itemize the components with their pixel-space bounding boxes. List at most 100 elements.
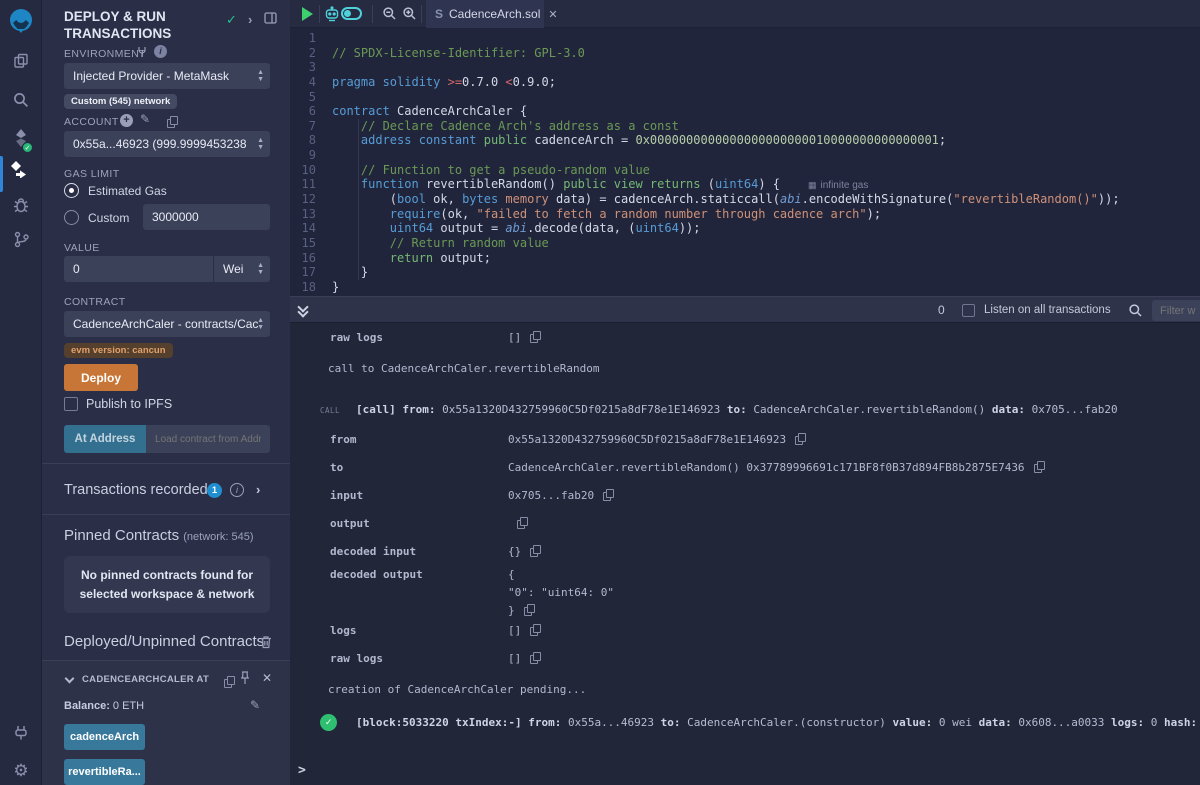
deploy-button[interactable]: Deploy (64, 364, 138, 391)
add-account-icon[interactable]: + (120, 114, 133, 127)
code-line[interactable]: 17 } (290, 265, 1200, 280)
pinned-empty-message: No pinned contracts found forselected wo… (64, 556, 270, 613)
terminal-prompt[interactable]: > (298, 763, 306, 778)
copy-icon[interactable] (603, 489, 614, 501)
pin-icon[interactable] (239, 671, 251, 690)
custom-gas-input[interactable]: 3000000 (143, 204, 270, 230)
code-line[interactable]: 18} (290, 280, 1200, 295)
tab-cadencearch[interactable]: S CadenceArch.sol ✕ (426, 0, 544, 28)
deploy-run-icon[interactable] (0, 160, 42, 178)
code-token: output = (440, 221, 505, 235)
copy-icon[interactable] (530, 331, 541, 343)
code-line[interactable]: 7 // Declare Cadence Arch's address as a… (290, 119, 1200, 134)
panel-collapse-icon[interactable]: › (248, 12, 252, 27)
debugger-icon[interactable] (0, 196, 42, 214)
ai-copilot-icon[interactable] (324, 5, 340, 27)
code-line[interactable]: 11 function revertibleRandom() public vi… (290, 177, 1200, 192)
code-line[interactable]: 6contract CadenceArchCaler { (290, 104, 1200, 119)
solidity-compiler-icon[interactable] (0, 128, 42, 148)
transactions-expand-icon[interactable]: › (256, 482, 260, 497)
search-icon[interactable] (0, 91, 42, 109)
git-icon[interactable] (0, 231, 42, 248)
evm-version-badge: evm version: cancun (64, 343, 173, 358)
code-line[interactable]: 12 (bool ok, bytes memory data) = cadenc… (290, 192, 1200, 207)
trash-icon[interactable] (260, 635, 272, 654)
listen-all-checkbox[interactable] (962, 304, 975, 317)
code-token: memory (505, 192, 556, 206)
transaction-summary[interactable]: [block:5033220 txIndex:-] from: 0x55a...… (356, 716, 1200, 729)
log-value: {} (508, 545, 541, 558)
panel-pin-icon[interactable] (264, 12, 277, 27)
plugin-manager-icon[interactable] (0, 724, 42, 742)
code-token (332, 119, 361, 133)
close-icon[interactable]: ✕ (262, 671, 272, 685)
compiler-success-badge: ✓ (22, 142, 33, 153)
value-unit-select[interactable]: Wei ▲▼ (213, 256, 270, 282)
terminal-search-icon[interactable] (1128, 303, 1143, 323)
code-line[interactable]: 9 (290, 148, 1200, 163)
code-line[interactable]: 13 require(ok, "failed to fetch a random… (290, 207, 1200, 222)
copilot-toggle[interactable] (341, 7, 362, 20)
code-line[interactable]: 5 (290, 90, 1200, 105)
pinned-contracts-title: Pinned Contracts (network: 545) (64, 527, 254, 544)
code-line[interactable]: 14 uint64 output = abi.decode(data, (uin… (290, 221, 1200, 236)
code-editor[interactable]: 12// SPDX-License-Identifier: GPL-3.034p… (290, 28, 1200, 296)
gas-estimate-annotation: ▦infinite gas (808, 180, 868, 191)
copy-icon[interactable] (530, 545, 541, 557)
code-token: .decode(data, ( (527, 221, 635, 235)
custom-gas-label: Custom (88, 211, 129, 225)
transactions-info-icon[interactable]: i (230, 483, 244, 497)
file-explorer-icon[interactable] (0, 52, 42, 70)
code-token: ); (867, 207, 881, 221)
account-select[interactable]: 0x55a...46923 (999.9999453238 ▲▼ (64, 131, 270, 157)
code-token: // Declare Cadence Arch's address as a c… (361, 119, 679, 133)
edit-balance-icon[interactable]: ✎ (250, 698, 260, 712)
environment-select[interactable]: Injected Provider - MetaMask ▲▼ (64, 63, 270, 89)
line-number: 8 (290, 133, 332, 148)
code-line[interactable]: 1 (290, 31, 1200, 46)
revertiblerandom-function-button[interactable]: revertibleRa... (64, 759, 145, 785)
chevron-down-icon[interactable] (65, 674, 75, 684)
code-line[interactable]: 2// SPDX-License-Identifier: GPL-3.0 (290, 46, 1200, 61)
copy-address-icon[interactable] (224, 676, 235, 688)
code-line[interactable]: 16 return output; (290, 251, 1200, 266)
custom-gas-radio[interactable] (64, 210, 79, 225)
value-input[interactable]: 0 (64, 256, 213, 282)
copy-icon[interactable] (517, 517, 528, 529)
cadencearch-function-button[interactable]: cadenceArch (64, 724, 145, 750)
contract-instance-title[interactable]: CADENCEARCHCALER AT 0) (82, 674, 210, 685)
estimated-gas-radio[interactable] (64, 183, 79, 198)
code-token (332, 251, 390, 265)
sign-message-icon[interactable]: ✎ (140, 112, 150, 126)
zoom-in-icon[interactable] (402, 6, 417, 26)
code-token: cadenceArch = (534, 133, 635, 147)
code-line[interactable]: 10 // Function to get a pseudo-random va… (290, 163, 1200, 178)
code-token: ( (332, 192, 397, 206)
publish-ipfs-checkbox[interactable] (64, 397, 78, 411)
line-number: 13 (290, 207, 332, 222)
copy-icon[interactable] (524, 604, 535, 616)
copy-icon[interactable] (530, 652, 541, 664)
code-line[interactable]: 8 address constant public cadenceArch = … (290, 133, 1200, 148)
copy-icon[interactable] (1034, 461, 1045, 473)
tab-close-icon[interactable]: ✕ (548, 8, 557, 21)
transaction-summary[interactable]: [call] from: 0x55a1320D432759960C5Df0215… (356, 403, 1118, 416)
zoom-out-icon[interactable] (382, 6, 397, 26)
at-address-button[interactable]: At Address (64, 425, 146, 453)
environment-info-icon[interactable]: i (154, 45, 167, 58)
at-address-input[interactable] (146, 425, 270, 453)
run-script-icon[interactable] (302, 7, 313, 21)
code-line[interactable]: 15 // Return random value (290, 236, 1200, 251)
terminal-filter-input[interactable] (1152, 300, 1200, 321)
code-line[interactable]: 4pragma solidity >=0.7.0 <0.9.0; (290, 75, 1200, 90)
code-token: abi (505, 221, 527, 235)
code-line[interactable]: 3 (290, 60, 1200, 75)
copy-account-icon[interactable] (167, 116, 178, 128)
contract-select[interactable]: CadenceArchCaler - contracts/Cac ▲▼ (64, 311, 270, 337)
copy-icon[interactable] (530, 624, 541, 636)
fork-icon[interactable] (137, 45, 147, 63)
copy-icon[interactable] (795, 433, 806, 445)
settings-icon[interactable]: ⚙ (0, 762, 42, 779)
code-token: ) { (758, 177, 780, 191)
remix-logo[interactable] (0, 7, 42, 35)
